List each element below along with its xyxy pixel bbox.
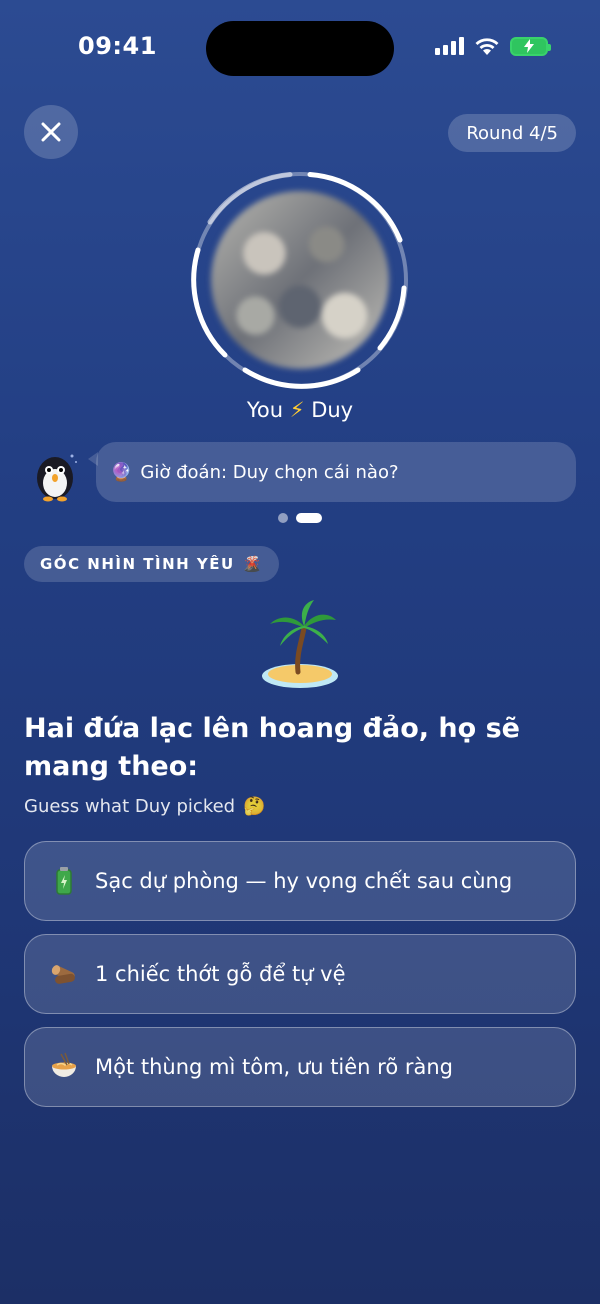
battery-icon [56, 867, 72, 895]
pagination-dot[interactable] [278, 513, 288, 523]
crystal-ball-icon: 🔮 [110, 461, 133, 483]
player-names: You ⚡ Duy [0, 398, 600, 422]
noodle-bowl-icon [52, 1052, 76, 1077]
player-you: You [246, 398, 284, 422]
option-label: 1 chiếc thớt gỗ để tự vệ [95, 962, 346, 986]
option-cutting-board[interactable]: 1 chiếc thớt gỗ để tự vệ [24, 934, 576, 1014]
lightning-icon: ⚡ [289, 398, 305, 422]
category-badge: GÓC NHÌN TÌNH YÊU 🌋 [24, 546, 279, 582]
option-power-bank[interactable]: Sạc dự phòng — hy vọng chết sau cùng [24, 841, 576, 921]
close-icon [41, 122, 61, 142]
battery-icon [510, 36, 551, 56]
option-instant-noodles[interactable]: Một thùng mì tôm, ưu tiên rõ ràng [24, 1027, 576, 1107]
desert-island-icon [262, 600, 338, 688]
chat-bubble: 🔮 Giờ đoán: Duy chọn cái nào? [88, 442, 576, 502]
status-bar: 09:41 [0, 0, 600, 96]
pagination-dot-active[interactable] [296, 513, 322, 523]
wifi-icon [475, 38, 499, 55]
cellular-signal-icon [435, 37, 464, 55]
thinking-face-icon: 🤔 [243, 796, 266, 817]
wood-icon [51, 965, 75, 984]
category-label: GÓC NHÌN TÌNH YÊU [40, 555, 235, 573]
question-subtitle: Guess what Duy picked 🤔 [24, 796, 266, 817]
option-label: Sạc dự phòng — hy vọng chết sau cùng [95, 869, 513, 893]
partner-avatar [211, 191, 389, 369]
close-button[interactable] [24, 105, 78, 159]
question-text: Hai đứa lạc lên hoang đảo, họ sẽ mang th… [24, 713, 520, 782]
pagination-dots [0, 513, 600, 523]
status-time: 09:41 [78, 32, 157, 60]
dynamic-island [206, 21, 394, 76]
answer-options: Sạc dự phòng — hy vọng chết sau cùng 1 c… [24, 841, 576, 1107]
chat-message: Giờ đoán: Duy chọn cái nào? [140, 461, 399, 483]
option-label: Một thùng mì tôm, ưu tiên rõ ràng [95, 1055, 454, 1079]
partner-avatar-container [190, 170, 410, 390]
penguin-mascot-icon [37, 454, 77, 502]
player-partner: Duy [311, 398, 354, 422]
round-indicator: Round 4/5 [448, 114, 576, 152]
volcano-icon: 🌋 [242, 555, 263, 573]
subtitle-text: Guess what Duy picked [24, 796, 236, 817]
status-icons [435, 36, 551, 56]
